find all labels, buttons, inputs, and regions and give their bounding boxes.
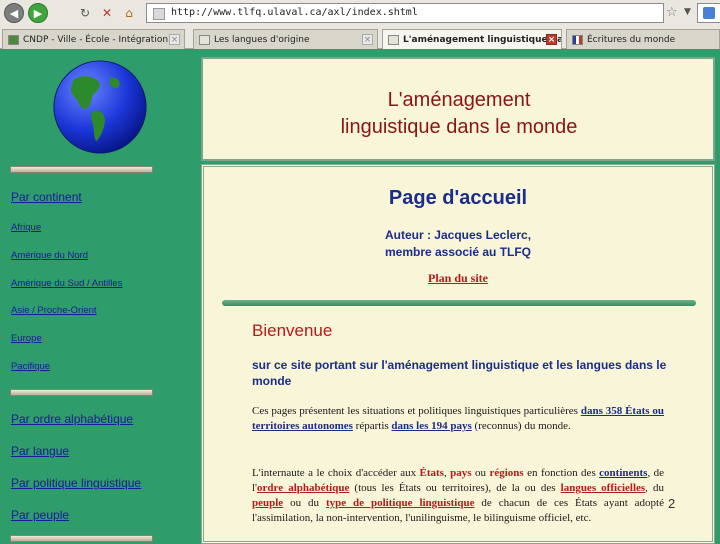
bold-etats: États	[419, 467, 444, 479]
close-tab-icon[interactable]: ×	[362, 34, 373, 45]
author-line1: Auteur : Jacques Leclerc,	[384, 228, 532, 242]
tab-label: Écritures du monde	[587, 34, 676, 45]
author-line2: membre associé au TLFQ	[384, 245, 532, 259]
sidebar-link-amerique-sud[interactable]: Amérique du Sud / Antilles	[11, 278, 122, 289]
tab-favicon-icon	[572, 34, 583, 45]
site-title: L'aménagement linguistique dans le monde	[203, 87, 715, 141]
tab-label: Les langues d'origine	[214, 34, 310, 45]
tab-strip: CNDP - Ville - École - Intégration × Les…	[0, 28, 720, 49]
sidebar-link-pacifique[interactable]: Pacifique	[11, 361, 50, 372]
sidebar-divider	[10, 389, 153, 396]
para-text: en fonction des	[523, 467, 600, 479]
sidebar-link-amerique-nord[interactable]: Amérique du Nord	[11, 250, 88, 261]
sidebar-link-par-politique[interactable]: Par politique linguistique	[11, 476, 141, 490]
back-button[interactable]: ◀	[4, 3, 24, 23]
sidebar-link-europe[interactable]: Europe	[11, 333, 42, 344]
tab-label: CNDP - Ville - École - Intégration	[23, 34, 169, 45]
url-text[interactable]: http://www.tlfq.ulaval.ca/axl/index.shtm…	[171, 7, 418, 18]
sidebar-link-afrique[interactable]: Afrique	[11, 222, 41, 233]
welcome-subtitle: sur ce site portant sur l'aménagement li…	[252, 358, 667, 388]
para-text: Ces pages présentent les situations et p…	[252, 405, 581, 417]
forward-arrow-icon: ▶	[33, 6, 43, 20]
site-identity-icon[interactable]	[153, 8, 165, 20]
choice-paragraph: L'internaute a le choix d'accéder aux Ét…	[252, 466, 664, 526]
para-text: L'internaute a le choix d'accéder aux	[252, 467, 420, 479]
para-text: répartis	[352, 420, 392, 432]
sidebar-link-par-langue[interactable]: Par langue	[11, 444, 69, 458]
web-page: Par continent Afrique Amérique du Nord A…	[0, 49, 720, 544]
navigation-toolbar: ◀ ▶ ↻ ✕ ⌂ http://www.tlfq.ulaval.ca/axl/…	[0, 0, 720, 28]
welcome-heading: Bienvenue	[252, 321, 333, 340]
sidebar-link-par-peuple[interactable]: Par peuple	[11, 508, 69, 522]
search-engine-icon	[703, 7, 715, 19]
tab-cndp[interactable]: CNDP - Ville - École - Intégration ×	[2, 29, 185, 49]
intro-paragraph: Ces pages présentent les situations et p…	[252, 404, 664, 434]
sitemap-link-wrap: Plan du site	[204, 271, 712, 286]
close-tab-icon[interactable]: ×	[546, 34, 557, 45]
para-text: (reconnus) du monde.	[471, 420, 571, 432]
para-text: ou	[471, 467, 490, 479]
back-arrow-icon: ◀	[9, 6, 19, 20]
horizontal-divider	[222, 300, 696, 306]
para-text: (tous les États ou territoires), de la o…	[349, 482, 561, 494]
page-title: Page d'accueil	[388, 187, 528, 209]
search-engine-button[interactable]	[697, 3, 720, 23]
site-title-line1: L'aménagement	[387, 89, 531, 111]
forward-button[interactable]: ▶	[28, 3, 48, 23]
tab-ecritures[interactable]: Écritures du monde	[566, 29, 720, 49]
sidebar-link-par-ordre-alphabetique[interactable]: Par ordre alphabétique	[11, 412, 133, 426]
link-peuple[interactable]: peuple	[252, 497, 283, 509]
globe-icon	[53, 60, 147, 154]
sidebar-link-par-continent[interactable]: Par continent	[11, 190, 82, 204]
tab-label: L'aménagement linguistique dan...	[403, 34, 561, 45]
reload-icon[interactable]: ↻	[78, 6, 92, 20]
sidebar-divider	[10, 535, 153, 542]
para-text: , du	[645, 482, 665, 494]
slide-number: 2	[668, 496, 676, 511]
sitemap-link[interactable]: Plan du site	[428, 271, 488, 285]
sidebar-link-asie[interactable]: Asie / Proche-Orient	[11, 305, 97, 316]
tab-favicon-icon	[388, 34, 399, 45]
site-title-line2: linguistique dans le monde	[340, 116, 578, 138]
browser-chrome: ◀ ▶ ↻ ✕ ⌂ http://www.tlfq.ulaval.ca/axl/…	[0, 0, 720, 49]
home-icon[interactable]: ⌂	[122, 6, 136, 20]
stop-icon[interactable]: ✕	[100, 6, 114, 20]
tab-amenagement[interactable]: L'aménagement linguistique dan... ×	[382, 29, 562, 49]
link-continents[interactable]: continents	[599, 467, 647, 479]
url-dropdown-icon[interactable]: ▼	[684, 7, 691, 17]
link-langues-officielles[interactable]: langues officielles	[561, 482, 646, 494]
author-info: Auteur : Jacques Leclerc, membre associé…	[204, 227, 712, 261]
link-194-pays[interactable]: dans les 194 pays	[391, 420, 471, 432]
bookmark-star-icon[interactable]: ☆	[666, 5, 678, 20]
para-text: ou du	[283, 497, 326, 509]
site-header: L'aménagement linguistique dans le monde	[201, 57, 715, 161]
tab-favicon-icon	[8, 34, 19, 45]
address-bar[interactable]: http://www.tlfq.ulaval.ca/axl/index.shtm…	[146, 3, 664, 23]
tab-favicon-icon	[199, 34, 210, 45]
link-type-politique[interactable]: type de politique linguistique	[326, 497, 475, 509]
main-content: Page d'accueil Auteur : Jacques Leclerc,…	[201, 164, 715, 544]
bold-pays: pays	[450, 467, 472, 479]
tab-langues-origine[interactable]: Les langues d'origine ×	[193, 29, 378, 49]
link-ordre-alphabetique[interactable]: ordre alphabétique	[257, 482, 349, 494]
close-tab-icon[interactable]: ×	[169, 34, 180, 45]
bold-regions: régions	[489, 467, 524, 479]
sidebar-divider	[10, 166, 153, 173]
